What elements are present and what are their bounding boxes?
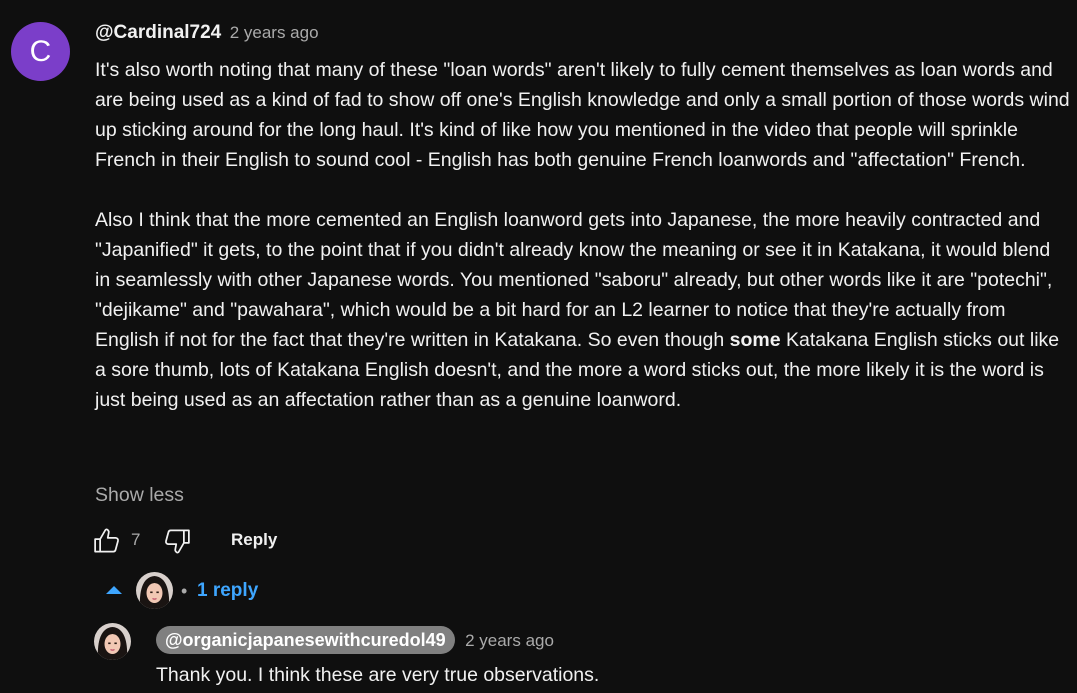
avatar[interactable]: C: [11, 22, 70, 81]
thumb-down-icon[interactable]: [162, 526, 192, 556]
comment-header: @Cardinal724 2 years ago: [95, 20, 1070, 46]
reply-timestamp[interactable]: 2 years ago: [465, 631, 554, 650]
reply-author-avatar: [136, 572, 173, 609]
reply-author-chip[interactable]: @organicjapanesewithcuredol49: [156, 626, 455, 654]
comment: @Cardinal724 2 years ago It's also worth…: [95, 20, 1070, 415]
reply-header: @organicjapanesewithcuredol49 2 years ag…: [156, 626, 1056, 654]
show-less-button[interactable]: Show less: [95, 482, 184, 508]
like-count: 7: [131, 530, 141, 549]
reply-button[interactable]: Reply: [231, 528, 277, 552]
comment-bold-text: some: [729, 329, 781, 351]
reply-avatar[interactable]: [94, 623, 131, 660]
replies-toggle-button[interactable]: • 1 reply: [100, 571, 320, 611]
comment-paragraph: Also I think that the more cemented an E…: [95, 205, 1070, 415]
reply-body: Thank you. I think these are very true o…: [156, 664, 600, 686]
caret-up-icon: [106, 586, 122, 594]
comment-timestamp[interactable]: 2 years ago: [230, 23, 319, 42]
comment-author[interactable]: @Cardinal724: [95, 22, 221, 43]
thumb-up-icon[interactable]: [92, 526, 122, 556]
comment-body: It's also worth noting that many of thes…: [95, 55, 1070, 415]
reply-count-label[interactable]: 1 reply: [197, 579, 258, 603]
comment-paragraph: It's also worth noting that many of thes…: [95, 59, 1070, 171]
comment-action-bar: 7 Reply: [92, 525, 492, 557]
reply: @organicjapanesewithcuredol49 2 years ag…: [156, 626, 1056, 689]
separator-dot: •: [181, 581, 188, 601]
